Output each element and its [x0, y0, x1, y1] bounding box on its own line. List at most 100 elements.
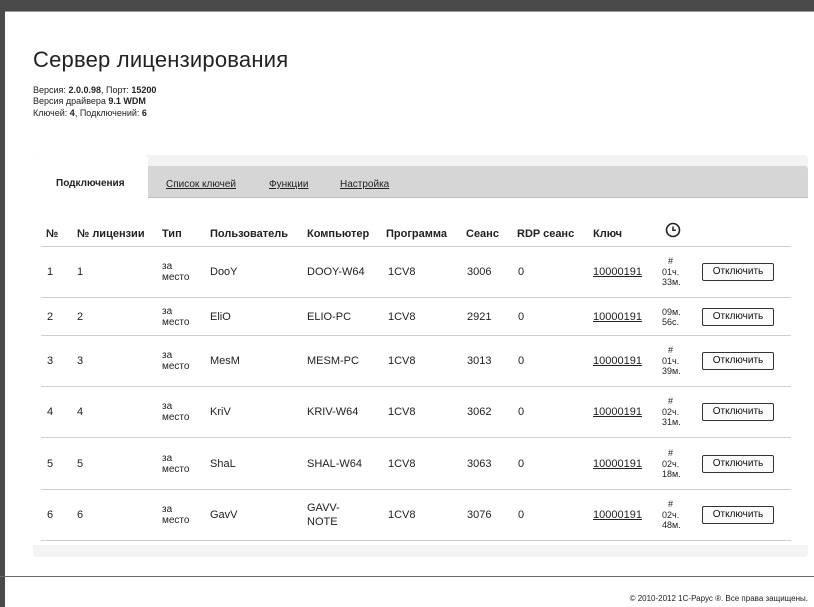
version-value: 2.0.0.98	[68, 85, 101, 95]
program: 1CV8	[388, 266, 416, 278]
tab-key-list[interactable]: Список ключей	[166, 179, 236, 190]
license-type: место	[162, 515, 190, 526]
user-name: GavV	[210, 509, 238, 521]
rdp-session: 0	[518, 310, 525, 323]
key-link[interactable]: 10000191	[593, 458, 642, 470]
license-type: за	[162, 350, 173, 361]
header-number: №	[46, 228, 59, 240]
header-divider	[41, 246, 791, 247]
license-number: 2	[77, 310, 84, 323]
session-duration: 39м.	[662, 366, 681, 376]
license-type: за	[162, 452, 173, 464]
key-link[interactable]: 10000191	[593, 266, 642, 278]
computer-name: SHAL-W64	[307, 457, 363, 470]
page-title: Сервер лицензирования	[33, 47, 289, 72]
row-number: 3	[47, 355, 54, 367]
disconnect-button[interactable]: Отключить	[702, 403, 774, 421]
disconnect-button[interactable]: Отключить	[702, 307, 774, 326]
header-user: Пользователь	[210, 228, 289, 240]
session-duration: #	[668, 447, 674, 458]
user-name: MesM	[210, 355, 240, 367]
key-link[interactable]: 10000191	[593, 509, 642, 521]
key-link[interactable]: 10000191	[593, 406, 642, 418]
row-number: 4	[47, 406, 54, 418]
disconnect-button[interactable]: Отключить	[702, 454, 774, 473]
row-divider	[41, 540, 791, 541]
license-type: место	[162, 272, 190, 283]
row-divider	[41, 437, 791, 438]
tab-connections-label: Подключения	[56, 178, 125, 189]
tab-settings[interactable]: Настройка	[340, 179, 389, 190]
disconnect-button[interactable]: Отключить	[702, 263, 774, 281]
driver-value: 9.1 WDM	[108, 96, 146, 106]
tab-functions[interactable]: Функции	[269, 179, 308, 190]
header-license: № лицензии	[77, 228, 145, 240]
window-top-frame	[0, 0, 814, 11]
computer-name: NOTE	[307, 516, 338, 528]
driver-info: Версия драйвера 9.1 WDM	[33, 96, 146, 106]
computer-name: ELIO-PC	[307, 310, 352, 323]
disconnect-button[interactable]: Отключить	[702, 352, 774, 370]
session-duration: 31м.	[662, 417, 681, 427]
session-duration: #	[668, 499, 674, 509]
license-type: место	[162, 463, 190, 475]
program: 1CV8	[388, 457, 416, 470]
rdp-session: 0	[518, 355, 525, 367]
license-type: место	[162, 361, 190, 372]
window-left-frame	[0, 0, 5, 607]
row-divider	[41, 297, 791, 298]
user-name: DooY	[210, 266, 238, 278]
license-type: за	[162, 261, 173, 272]
session-duration: 48м.	[662, 520, 681, 530]
header-session: Сеанс	[466, 228, 499, 240]
license-number: 3	[77, 355, 84, 367]
license-type: за	[162, 504, 173, 515]
session-duration: 02ч.	[662, 458, 680, 469]
session-duration: 02ч.	[662, 407, 680, 417]
license-type: место	[162, 412, 190, 423]
license-type: за	[162, 401, 173, 412]
session-duration: 01ч.	[662, 267, 680, 277]
row-divider	[41, 489, 791, 490]
program: 1CV8	[388, 509, 416, 521]
header-program: Программа	[386, 228, 448, 240]
license-number: 5	[77, 457, 84, 470]
clock-icon	[665, 222, 681, 243]
user-name: KriV	[210, 406, 231, 418]
session-duration: 56с.	[662, 316, 680, 327]
header-computer: Компьютер	[307, 228, 370, 240]
session-id: 3013	[467, 355, 492, 367]
license-type: за	[162, 305, 173, 317]
user-name: EliO	[210, 310, 231, 323]
row-number: 2	[47, 310, 54, 323]
session-duration: 09м.	[662, 306, 681, 317]
header-key: Ключ	[593, 228, 623, 240]
session-duration: 02ч.	[662, 510, 680, 520]
tab-connections[interactable]: Подключения	[33, 155, 148, 198]
session-duration: 01ч.	[662, 356, 680, 366]
key-link[interactable]: 10000191	[593, 311, 642, 323]
row-divider	[41, 386, 791, 387]
connections-table-area	[33, 198, 808, 545]
session-duration: 33м.	[662, 277, 681, 287]
session-duration: #	[668, 345, 674, 355]
footer-divider	[0, 576, 814, 577]
rdp-session: 0	[518, 266, 525, 278]
version-info: Версия: 2.0.0.98, Порт: 15200	[33, 85, 157, 95]
row-number: 6	[47, 509, 54, 521]
license-number: 1	[77, 266, 84, 278]
license-type: место	[162, 316, 190, 328]
window-top-divider	[0, 11, 814, 12]
rdp-session: 0	[518, 406, 525, 418]
computer-name: KRIV-W64	[307, 406, 359, 418]
disconnect-button[interactable]: Отключить	[702, 506, 774, 524]
session-duration: #	[668, 256, 674, 266]
computer-name: DOOY-W64	[307, 266, 365, 278]
port-value: 15200	[131, 85, 157, 95]
key-link[interactable]: 10000191	[593, 355, 642, 367]
keys-info: Ключей: 4, Подключений: 6	[33, 108, 147, 118]
computer-name: MESM-PC	[307, 355, 359, 367]
session-id: 3063	[467, 457, 492, 470]
session-id: 3006	[467, 266, 492, 278]
connections-value: 6	[141, 108, 147, 118]
